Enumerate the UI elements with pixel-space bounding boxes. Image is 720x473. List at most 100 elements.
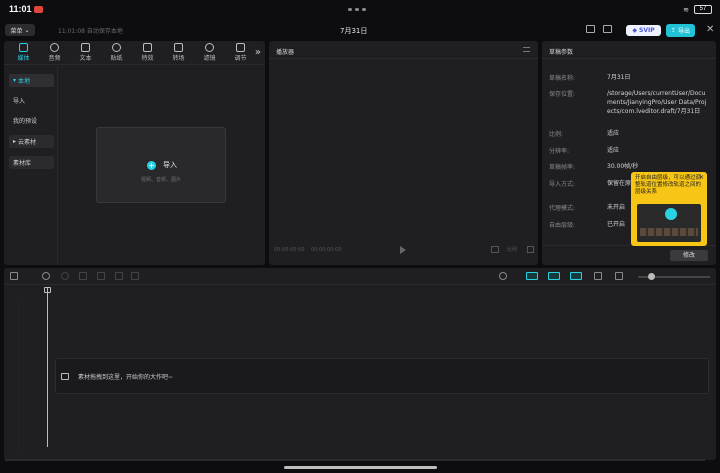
properties-title: 草稿参数 xyxy=(549,49,574,56)
sidebar-item-presets[interactable]: 我的预设 xyxy=(9,114,54,127)
tab-text[interactable]: 文本 xyxy=(70,41,101,64)
export-icon: ⇪ xyxy=(670,27,676,34)
export-button[interactable]: ⇪ 导出 xyxy=(666,24,695,37)
caret-down-icon: ▾ xyxy=(13,77,17,84)
plus-icon: + xyxy=(147,161,156,170)
status-icons: ≋ 57 xyxy=(683,5,712,14)
play-icon[interactable] xyxy=(400,246,406,254)
project-title[interactable]: 7月31日 xyxy=(340,26,367,36)
sidebar-item-label: 云素材 xyxy=(18,139,37,146)
ratio-button[interactable]: 比例 xyxy=(507,246,517,253)
split-right-icon[interactable] xyxy=(115,272,123,280)
undo-icon[interactable] xyxy=(42,272,50,280)
media-sidebar: ▾ 本地 导入 我的预设 ▸ 云素材 素材库 xyxy=(4,66,58,265)
sidebar-item-label: 素材库 xyxy=(13,160,32,167)
timeline-scrollbar[interactable] xyxy=(5,459,705,461)
recording-icon xyxy=(34,6,43,13)
tab-label: 转场 xyxy=(172,55,185,62)
audio-icon xyxy=(50,43,59,52)
export-label: 导出 xyxy=(678,28,691,35)
auto-snap-icon[interactable] xyxy=(548,272,560,280)
prop-label: 代理模式: xyxy=(549,205,576,212)
tab-effects[interactable]: 特效 xyxy=(132,41,163,64)
app-top-bar: 菜单 ⌄ 11:01:08 自动保存本地 7月31日 ◆ SVIP ⇪ 导出 ✕ xyxy=(0,22,720,40)
playhead[interactable] xyxy=(47,287,48,447)
tab-filter[interactable]: 滤镜 xyxy=(194,41,225,64)
prop-label: 保存位置: xyxy=(549,91,576,98)
capture-icon[interactable] xyxy=(491,246,499,253)
wifi-icon: ≋ xyxy=(683,5,689,14)
home-indicator[interactable] xyxy=(284,466,437,469)
status-bar: 11:01 ≋ 57 xyxy=(0,0,720,20)
player-menu-icon[interactable] xyxy=(523,47,530,52)
import-hint: 视频、音频、图片 xyxy=(140,177,181,183)
prop-value: 适应 xyxy=(607,130,620,137)
redo-icon[interactable] xyxy=(61,272,69,280)
linkage-icon[interactable] xyxy=(570,272,582,280)
drop-hint: 素材拖拽到这里，开始你的大作吧~ xyxy=(78,374,174,381)
adjust-icon xyxy=(236,43,245,52)
sidebar-item-cloud[interactable]: ▸ 云素材 xyxy=(9,135,54,148)
tab-sticker[interactable]: 贴纸 xyxy=(101,41,132,64)
prop-value: 30.00帧/秒 xyxy=(607,163,639,170)
sidebar-item-label: 本地 xyxy=(18,78,31,85)
player-title: 播放器 xyxy=(276,49,295,56)
effects-icon xyxy=(143,43,152,52)
tab-adjust[interactable]: 调节 xyxy=(225,41,256,64)
free-layer-tooltip: ✕ 开启自由层级，可以通过调整轨道位置修改轨道之间的层级关系 xyxy=(631,172,707,246)
microphone-icon[interactable] xyxy=(499,272,507,280)
sidebar-item-import[interactable]: 导入 xyxy=(9,94,54,107)
delete-icon[interactable] xyxy=(131,272,139,280)
prop-label: 自由层级: xyxy=(549,222,576,229)
shortcut-icon[interactable] xyxy=(603,25,612,33)
player-panel: 播放器 00:00:00:00 00:00:00:00 比例 xyxy=(269,41,538,265)
import-dropzone[interactable]: + 导入 视频、音频、图片 xyxy=(96,127,226,203)
sticker-icon xyxy=(112,43,121,52)
total-time: 00:00:00:00 xyxy=(311,247,342,253)
time-ruler[interactable] xyxy=(4,286,716,296)
menu-button[interactable]: 菜单 ⌄ xyxy=(5,24,35,36)
sidebar-item-library[interactable]: 素材库 xyxy=(9,156,54,169)
close-icon[interactable]: ✕ xyxy=(699,174,704,181)
divider xyxy=(542,58,716,59)
text-icon xyxy=(81,43,90,52)
filter-icon xyxy=(205,43,214,52)
zoom-slider-knob[interactable] xyxy=(648,273,655,280)
split-icon[interactable] xyxy=(79,272,87,280)
prop-value: 适应 xyxy=(607,147,620,154)
timeline-zoom-fit-icon[interactable] xyxy=(615,272,623,280)
prop-label: 导入方式: xyxy=(549,181,576,188)
top-toolbar-icons xyxy=(586,25,612,33)
tab-label: 特效 xyxy=(141,55,154,62)
sidebar-item-local[interactable]: ▾ 本地 xyxy=(9,74,54,87)
divider xyxy=(269,58,538,59)
prop-value: /storage/Users/currentUser/Documents/Jia… xyxy=(607,90,707,115)
main-track-dropzone[interactable]: 素材拖拽到这里，开始你的大作吧~ xyxy=(55,358,709,394)
tooltip-text: 开启自由层级，可以通过调整轨道位置修改轨道之间的层级关系 xyxy=(635,175,702,195)
close-icon[interactable]: ✕ xyxy=(706,24,714,35)
media-tabs: 媒体 音频 文本 贴纸 特效 转场 滤镜 调节 » xyxy=(4,41,265,65)
preview-axis-icon[interactable] xyxy=(594,272,602,280)
playhead-handle[interactable] xyxy=(44,287,51,293)
chevron-down-icon: ⌄ xyxy=(24,26,30,34)
svip-button[interactable]: ◆ SVIP xyxy=(626,25,661,36)
split-left-icon[interactable] xyxy=(97,272,105,280)
tab-label: 贴纸 xyxy=(110,55,123,62)
fullscreen-icon[interactable] xyxy=(527,246,534,253)
timeline-panel: 素材拖拽到这里，开始你的大作吧~ xyxy=(4,268,716,460)
tab-label: 音频 xyxy=(48,55,61,62)
more-tabs-icon[interactable]: » xyxy=(255,47,261,58)
layout-icon[interactable] xyxy=(586,25,595,33)
select-cursor-icon[interactable] xyxy=(10,272,18,280)
main-track-magnet-icon[interactable] xyxy=(526,272,538,280)
tab-media[interactable]: 媒体 xyxy=(8,41,39,64)
tab-audio[interactable]: 音频 xyxy=(39,41,70,64)
tooltip-preview-image xyxy=(637,204,701,242)
sidebar-item-label: 导入 xyxy=(13,98,26,105)
modify-button[interactable]: 修改 xyxy=(670,250,708,261)
highlight-dot xyxy=(665,208,677,220)
tab-transition[interactable]: 转场 xyxy=(163,41,194,64)
prop-label: 草稿名称: xyxy=(549,75,576,82)
multitask-dots-icon[interactable] xyxy=(348,8,366,11)
current-time: 00:00:00:00 xyxy=(274,247,305,253)
